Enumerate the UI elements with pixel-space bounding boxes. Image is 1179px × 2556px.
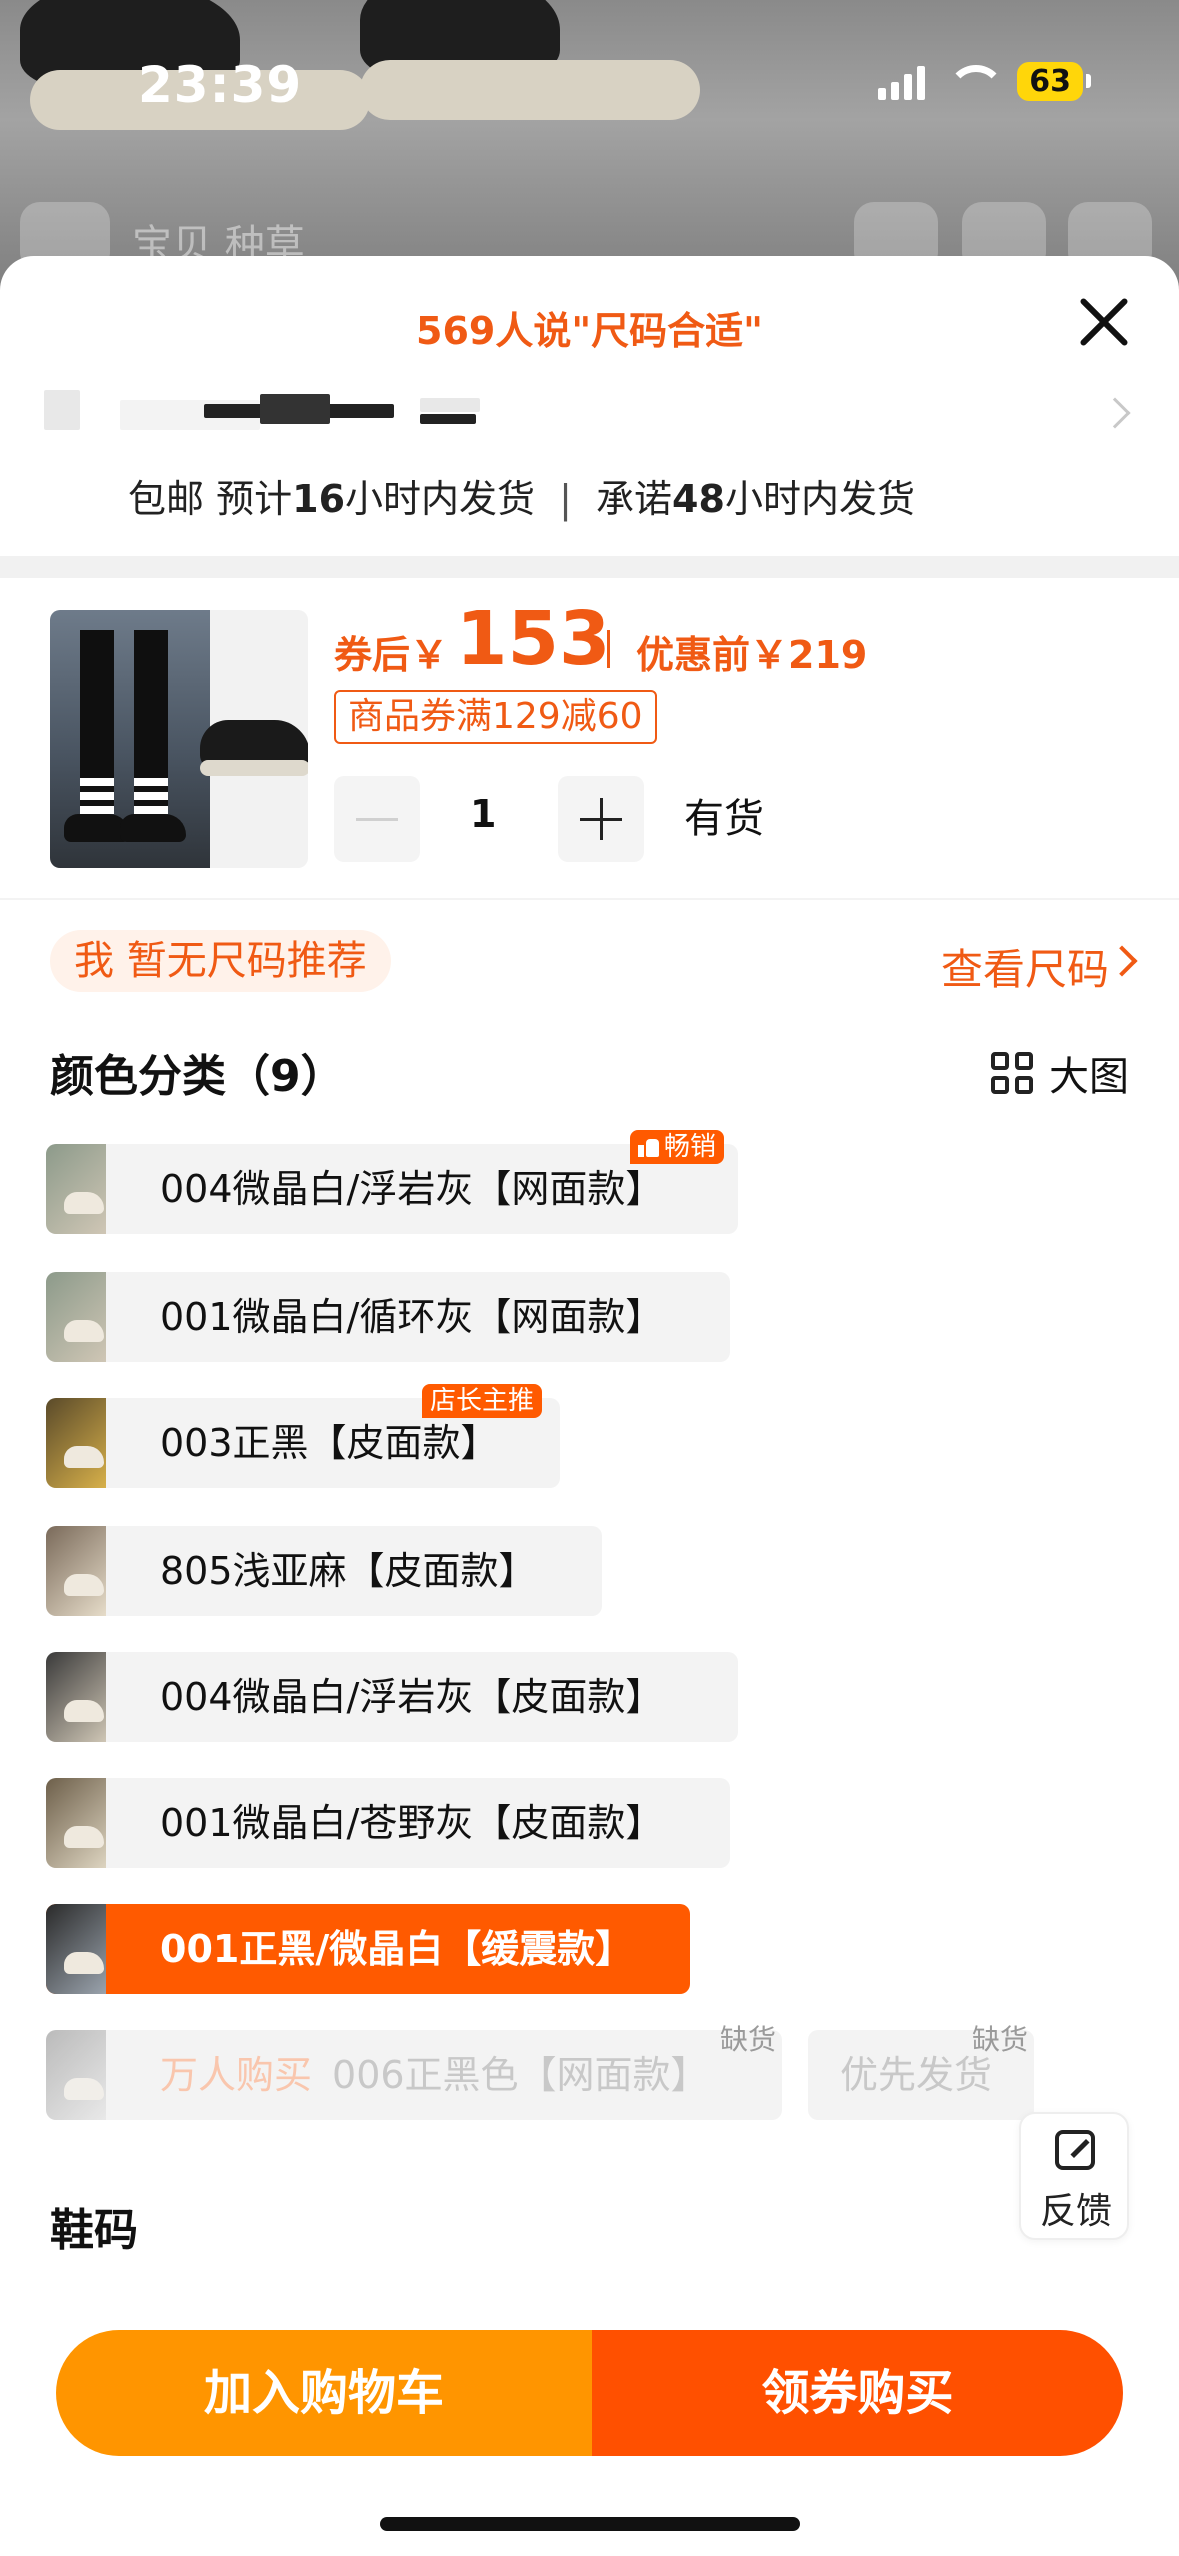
color-option[interactable]: 003正黑【皮面款】 店长主推: [46, 1384, 560, 1488]
color-option-label: 006正黑色【网面款】: [332, 2053, 709, 2097]
chevron-right-icon: [1099, 397, 1131, 429]
price-before-discount: 优惠前￥219: [636, 633, 868, 677]
edit-icon: [1055, 2130, 1095, 2170]
color-option-label: 001正黑/微晶白【缓震款】: [160, 1927, 634, 1971]
option-thumbnail: [46, 2030, 106, 2120]
add-to-cart-button[interactable]: 加入购物车: [56, 2330, 592, 2456]
shipping-estimate-hours: 16: [292, 477, 346, 521]
option-thumbnail: [46, 1904, 106, 1994]
bestseller-badge: 畅销: [630, 1130, 725, 1164]
status-time: 23:39: [138, 56, 303, 114]
big-image-label: 大图: [1049, 1054, 1129, 1100]
shipping-estimate-prefix: 预计: [216, 477, 293, 521]
big-image-toggle[interactable]: 大图: [991, 1044, 1129, 1102]
color-option-disabled[interactable]: 万人购买 006正黑色【网面款】 缺货: [46, 2023, 782, 2120]
color-option-label: 805浅亚麻【皮面款】: [160, 1549, 537, 1593]
shipping-promise-suffix: 小时内发货: [724, 477, 915, 521]
shipping-promise-prefix: 承诺: [596, 477, 673, 521]
option-thumbnail: [46, 1778, 106, 1868]
home-indicator: [380, 2517, 800, 2531]
buy-with-coupon-button[interactable]: 领券购买: [592, 2330, 1123, 2456]
option-thumbnail: [46, 1144, 106, 1234]
badge-label: 畅销: [664, 1132, 717, 1162]
grid-icon: [991, 1052, 1033, 1094]
price-after-label: 券后￥: [334, 633, 449, 677]
shipping-separator: |: [559, 477, 572, 521]
color-option-label: 004微晶白/浮岩灰【网面款】: [160, 1167, 664, 1211]
signal-icon: [878, 64, 926, 100]
manager-pick-badge: 店长主推: [422, 1384, 543, 1418]
thumbs-up-icon: [638, 1137, 660, 1157]
quantity-increase-button[interactable]: [558, 776, 644, 862]
price-separator: [607, 630, 610, 668]
color-option[interactable]: 004微晶白/浮岩灰【皮面款】: [46, 1652, 738, 1742]
size-chart-link[interactable]: 查看尺码: [941, 936, 1109, 997]
stock-status: 有货: [684, 796, 764, 842]
color-option[interactable]: 001微晶白/循环灰【网面款】: [46, 1272, 730, 1362]
shipping-info: 包邮 预计16小时内发货 | 承诺48小时内发货: [128, 468, 915, 523]
out-of-stock-badge: 缺货: [719, 2023, 776, 2056]
chevron-right-icon[interactable]: [1106, 945, 1138, 977]
size-fit-banner: 569人说"尺码合适": [416, 309, 763, 353]
price-after-coupon: 153: [456, 596, 611, 682]
sku-selector-sheet: 569人说"尺码合适" 包邮 预计16小时内发货 | 承诺48小时内发货 券后￥…: [0, 256, 1179, 2556]
color-option[interactable]: 004微晶白/浮岩灰【网面款】 畅销: [46, 1130, 738, 1234]
feedback-button[interactable]: 反馈: [1019, 2112, 1129, 2240]
size-recommendation-pill[interactable]: 我 暂无尺码推荐: [50, 930, 391, 992]
promo-label: 万人购买: [160, 2053, 313, 2097]
close-icon[interactable]: [1075, 292, 1135, 352]
divider: [0, 898, 1179, 900]
color-option-selected[interactable]: 001正黑/微晶白【缓震款】: [46, 1904, 690, 1994]
delivery-address-row[interactable]: [40, 384, 1140, 454]
color-option-label: 001微晶白/循环灰【网面款】: [160, 1295, 664, 1339]
shipping-option-disabled[interactable]: 优先发货 缺货: [808, 2023, 1034, 2120]
product-thumbnail[interactable]: [50, 610, 308, 868]
status-icons: 63: [878, 62, 1091, 101]
option-thumbnail: [46, 1652, 106, 1742]
option-thumbnail: [46, 1272, 106, 1362]
out-of-stock-badge: 缺货: [971, 2023, 1028, 2056]
option-thumbnail: [46, 1526, 106, 1616]
quantity-value[interactable]: 1: [470, 792, 496, 836]
wifi-icon: [947, 64, 1006, 99]
color-option[interactable]: 805浅亚麻【皮面款】: [46, 1526, 602, 1616]
shipping-free: 包邮: [128, 477, 205, 521]
shipping-estimate-suffix: 小时内发货: [345, 477, 536, 521]
size-section-title: 鞋码: [50, 2205, 138, 2256]
shipping-option-label: 优先发货: [840, 2053, 993, 2097]
option-thumbnail: [46, 1398, 106, 1488]
color-option-label: 001微晶白/苍野灰【皮面款】: [160, 1801, 664, 1845]
coupon-tag[interactable]: 商品券满129减60: [334, 690, 657, 744]
color-option[interactable]: 001微晶白/苍野灰【皮面款】: [46, 1778, 730, 1868]
shipping-promise-hours: 48: [672, 477, 725, 521]
battery-icon: 63: [1017, 62, 1091, 101]
section-divider: [0, 556, 1179, 578]
background-product-photo: 宝贝 种草: [0, 0, 1179, 300]
quantity-decrease-button[interactable]: [334, 776, 420, 862]
feedback-label: 反馈: [1039, 2191, 1112, 2232]
color-section-title: 颜色分类（9）: [50, 1051, 345, 1102]
color-option-label: 004微晶白/浮岩灰【皮面款】: [160, 1675, 664, 1719]
